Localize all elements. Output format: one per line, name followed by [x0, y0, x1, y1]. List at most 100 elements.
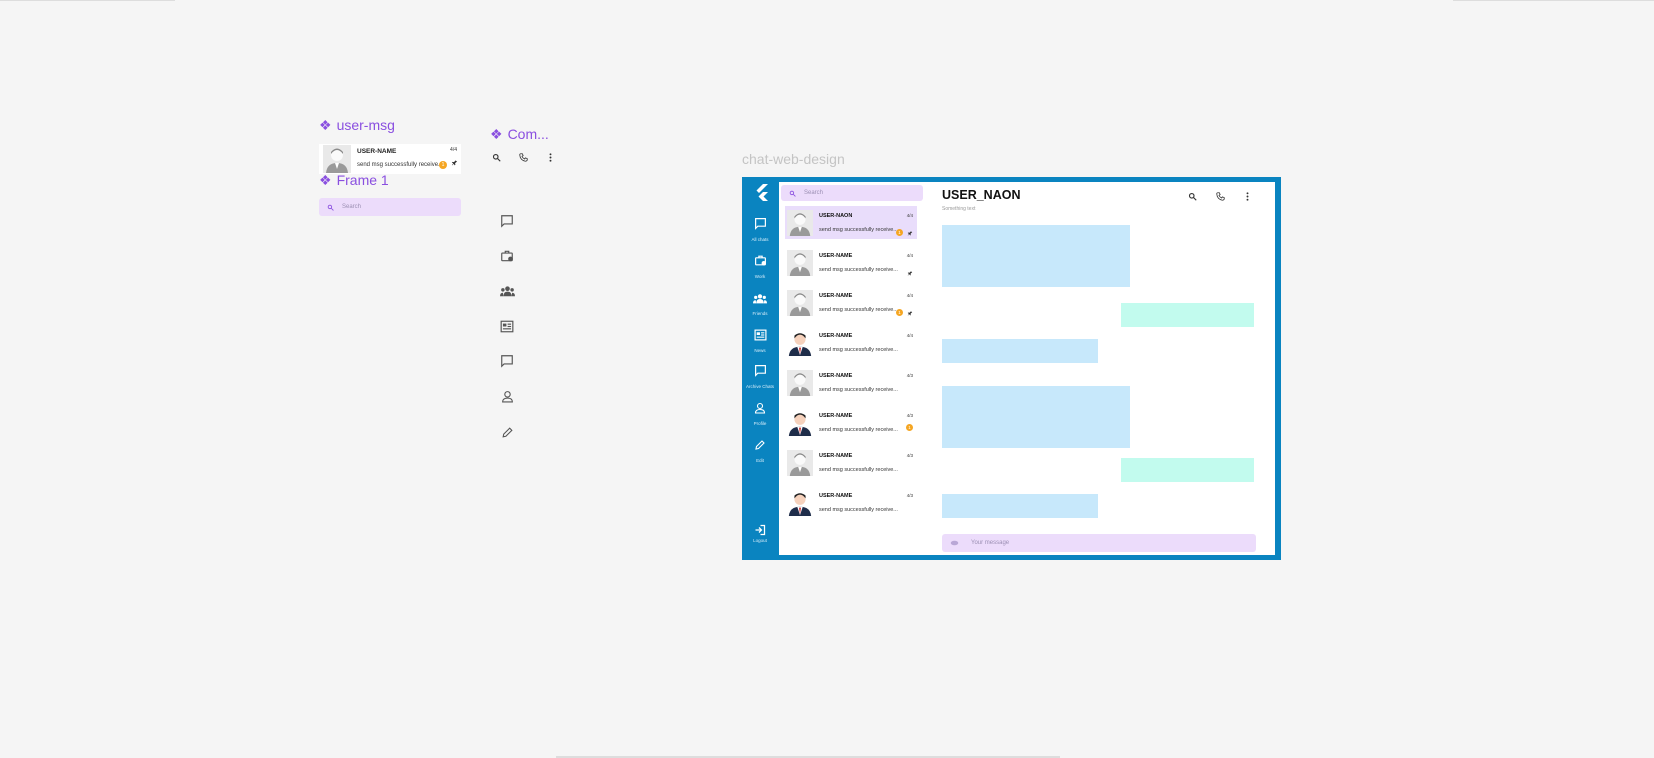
sidebar-item-4[interactable]: Archive Chats [742, 364, 778, 389]
sidebar-item-label: Logout [753, 538, 767, 543]
chat-list-item[interactable]: USER-NAME send msg successfully receive..… [785, 446, 917, 479]
user-name: USER-NAME [819, 492, 853, 499]
chat-web-design-frame: All chats Work Friends News Archive Chats Pro… [742, 177, 1281, 560]
chat-bubble-icon [754, 364, 767, 382]
user-name: USER-NAME [819, 412, 853, 419]
component-label-com[interactable]: ❖ Com... [490, 126, 549, 142]
search-icon [327, 204, 334, 211]
message-bubble-outgoing[interactable] [1121, 303, 1254, 327]
pin-icon [907, 264, 913, 282]
component-icon: ❖ [319, 172, 332, 188]
avatar [787, 489, 813, 516]
sidebar-item-label: Archive Chats [745, 384, 774, 389]
message-bubble-incoming[interactable] [942, 386, 1130, 448]
component-label-text: Frame 1 [336, 172, 389, 188]
timestamp: 4/3 [906, 452, 913, 458]
pin-icon [907, 224, 913, 242]
chat-subtitle: Something text [942, 206, 976, 212]
chat-search-input[interactable]: Search [781, 185, 923, 201]
frame-title[interactable]: chat-web-design [742, 151, 845, 167]
message-preview: send msg successfully receive... [819, 466, 898, 473]
message-bubble-incoming[interactable] [942, 494, 1098, 518]
sidebar-item-label: Friends [752, 311, 768, 316]
message-preview: send msg successfully receive... [819, 426, 898, 433]
unread-badge: 1 [896, 309, 903, 316]
sidebar-item-1[interactable]: Work [742, 254, 778, 279]
user-name: USER-NAME [819, 292, 853, 299]
message-preview: send msg successfully receive... [357, 162, 444, 168]
chat-list-item[interactable]: USER-NAME send msg successfully receive..… [785, 286, 917, 319]
sidebar-item-label: Edit [756, 458, 764, 463]
message-preview: send msg successfully receive... [819, 386, 898, 393]
sidebar-item-3[interactable]: News [742, 328, 778, 353]
pencil-icon [754, 438, 766, 456]
user-name: USER-NAON [819, 212, 853, 219]
message-bubble-incoming[interactable] [942, 339, 1098, 363]
search-input[interactable]: Search [319, 198, 461, 216]
component-icon: ❖ [490, 126, 503, 142]
message-bubble-outgoing[interactable] [1121, 458, 1254, 482]
chat-list-item[interactable]: USER-NAME send msg successfully receive..… [785, 366, 917, 399]
message-preview: send msg successfully receive... [819, 506, 898, 513]
person-icon[interactable] [499, 388, 515, 404]
chat-bubble-icon[interactable] [499, 353, 515, 369]
search-placeholder: Search [342, 204, 362, 210]
timestamp: 4/4 [906, 212, 913, 218]
search-icon [789, 190, 796, 197]
avatar [787, 289, 813, 316]
group-icon [753, 291, 767, 309]
chat-list-item[interactable]: USER-NAON send msg successfully receive..… [785, 206, 917, 239]
message-input[interactable]: Your message [942, 534, 1256, 552]
unread-badge: 1 [439, 161, 447, 169]
chat-bubble-icon[interactable] [499, 213, 515, 229]
sidebar-item-logout[interactable]: Logout [742, 524, 778, 543]
chat-list-item[interactable]: USER-NAME send msg successfully receive..… [785, 486, 917, 519]
search-placeholder: Search [804, 190, 824, 196]
avatar [787, 449, 813, 476]
component-label-text: user-msg [336, 117, 395, 133]
timestamp: 4/4 [906, 252, 913, 258]
newspaper-icon[interactable] [499, 318, 515, 334]
sidebar-item-2[interactable]: Friends [742, 291, 778, 316]
briefcase-icon[interactable] [499, 248, 515, 264]
chat-panel: USER_NAON Something text Your message [925, 182, 1275, 555]
phone-icon[interactable] [1214, 190, 1226, 202]
phone-icon[interactable] [517, 151, 529, 163]
search-icon[interactable] [490, 151, 502, 163]
chat-list-item[interactable]: USER-NAME send msg successfully receive..… [785, 246, 917, 279]
pencil-icon[interactable] [499, 424, 515, 440]
message-bubble-incoming[interactable] [942, 225, 1130, 287]
more-vert-icon[interactable] [1241, 190, 1253, 202]
briefcase-icon [754, 254, 767, 272]
component-label-frame-1[interactable]: ❖ Frame 1 [319, 172, 389, 188]
sidebar-item-5[interactable]: Profile [742, 401, 778, 426]
avatar [787, 329, 813, 356]
avatar [787, 369, 813, 396]
canvas-scroll-hint-left [0, 0, 175, 1]
user-name: USER-NAME [819, 372, 853, 379]
sidebar-item-6[interactable]: Edit [742, 438, 778, 463]
user-name: USER-NAME [819, 252, 853, 259]
user-msg-component[interactable]: USER-NAME send msg successfully receive.… [319, 144, 461, 174]
logout-icon [755, 524, 766, 536]
chat-list-item[interactable]: USER-NAME send msg successfully receive..… [785, 406, 917, 439]
timestamp: 4/4 [906, 332, 913, 338]
emoji-icon[interactable] [950, 540, 959, 546]
chat-list-panel: Search USER-NAON send msg successfully re… [779, 182, 925, 555]
user-name: USER-NAME [819, 332, 853, 339]
chat-title: USER_NAON [942, 188, 1021, 202]
component-label-user-msg[interactable]: ❖ user-msg [319, 117, 395, 133]
message-preview: send msg successfully receive... [819, 226, 898, 233]
timestamp: 4/3 [906, 492, 913, 498]
group-icon[interactable] [499, 283, 515, 299]
search-icon[interactable] [1186, 190, 1198, 202]
component-label-text: Com... [507, 126, 549, 142]
timestamp: 4/4 [450, 147, 457, 153]
unread-badge: 1 [896, 229, 903, 236]
flutter-logo-icon[interactable] [751, 183, 771, 203]
more-vert-icon[interactable] [544, 151, 556, 163]
sidebar-item-0[interactable]: All chats [742, 217, 778, 242]
chat-bubble-icon [754, 217, 767, 235]
pin-icon [451, 159, 458, 169]
chat-list-item[interactable]: USER-NAME send msg successfully receive..… [785, 326, 917, 359]
